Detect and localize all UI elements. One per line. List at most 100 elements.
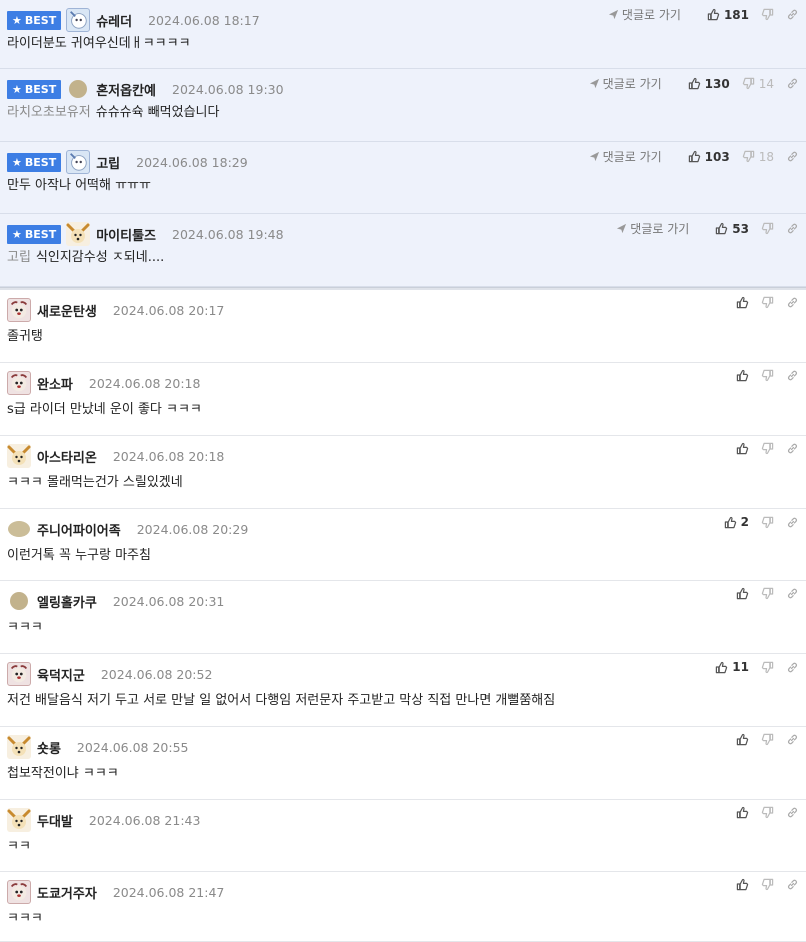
dislike-button[interactable] bbox=[761, 442, 774, 455]
comment-header: 새로운탄생 2024.06.08 20:17 bbox=[7, 298, 224, 322]
like-button[interactable]: 11 bbox=[715, 660, 749, 674]
share-link-button[interactable] bbox=[786, 8, 799, 21]
comment-date: 2024.06.08 20:55 bbox=[76, 739, 189, 755]
share-link-button[interactable] bbox=[786, 878, 799, 891]
thumbs-down-icon bbox=[761, 222, 774, 235]
goto-comment-link[interactable]: 댓글로 가기 bbox=[616, 220, 689, 237]
nickname[interactable]: 새로운탄생 bbox=[37, 301, 97, 320]
nickname[interactable]: 두대발 bbox=[37, 811, 73, 830]
thumbs-down-icon bbox=[761, 296, 774, 309]
goto-comment-link[interactable]: 댓글로 가기 bbox=[589, 75, 662, 92]
like-button[interactable]: 181 bbox=[707, 8, 749, 22]
comment-body: 만두 아작나 어떡해 ㅠㅠㅠ bbox=[7, 178, 151, 193]
share-link-button[interactable] bbox=[786, 77, 799, 90]
thumbs-down-icon bbox=[742, 150, 755, 163]
dislike-button[interactable] bbox=[761, 806, 774, 819]
like-button[interactable] bbox=[736, 296, 749, 309]
dislike-button[interactable]: 14 bbox=[742, 77, 774, 91]
best-label: BEST bbox=[24, 13, 57, 27]
nickname[interactable]: 혼저옵칸예 bbox=[96, 80, 156, 99]
avatar bbox=[7, 735, 31, 759]
like-button[interactable] bbox=[736, 878, 749, 891]
thumbs-up-icon bbox=[736, 733, 749, 746]
link-icon bbox=[786, 806, 799, 819]
like-button[interactable]: 130 bbox=[688, 77, 730, 91]
dislike-button[interactable] bbox=[761, 587, 774, 600]
thumbs-down-icon bbox=[761, 516, 774, 529]
avatar bbox=[7, 589, 31, 613]
reply-to-nick[interactable]: 라치오초보유저 bbox=[7, 105, 91, 120]
dislike-button[interactable]: 18 bbox=[742, 150, 774, 164]
send-icon bbox=[608, 9, 619, 20]
share-link-button[interactable] bbox=[786, 806, 799, 819]
comment-text: 만두 아작나 어떡해 ㅠㅠㅠ bbox=[7, 174, 151, 193]
comment-actions bbox=[724, 878, 799, 891]
like-button[interactable] bbox=[736, 442, 749, 455]
nickname[interactable]: 주니어파이어족 bbox=[37, 520, 121, 539]
avatar bbox=[66, 150, 91, 174]
dislike-button[interactable] bbox=[761, 733, 774, 746]
comment-actions: 댓글로 가기 181 bbox=[608, 6, 799, 23]
like-button[interactable] bbox=[736, 806, 749, 819]
nickname[interactable]: 고립 bbox=[96, 153, 120, 172]
like-button[interactable] bbox=[736, 733, 749, 746]
comment-header: 아스타리온 2024.06.08 20:18 bbox=[7, 444, 224, 468]
comment-actions bbox=[724, 587, 799, 600]
comment-text: 졸귀탱 bbox=[7, 325, 43, 344]
like-button[interactable]: 53 bbox=[715, 222, 749, 236]
avatar bbox=[7, 517, 31, 541]
like-button[interactable]: 2 bbox=[724, 515, 749, 529]
nickname[interactable]: 아스타리온 bbox=[37, 447, 97, 466]
comment-body: ㅋㅋㅋ bbox=[7, 911, 43, 926]
dislike-button[interactable] bbox=[761, 661, 774, 674]
nickname[interactable]: 육덕지군 bbox=[37, 665, 85, 684]
share-link-button[interactable] bbox=[786, 661, 799, 674]
comment: 새로운탄생 2024.06.08 20:17 졸귀탱 bbox=[0, 290, 806, 363]
like-button[interactable]: 103 bbox=[688, 150, 730, 164]
comment-actions bbox=[724, 806, 799, 819]
dislike-button[interactable] bbox=[761, 8, 774, 21]
share-link-button[interactable] bbox=[786, 222, 799, 235]
thumbs-down-icon bbox=[761, 8, 774, 21]
best-badge: ★ BEST bbox=[7, 224, 62, 244]
avatar bbox=[7, 371, 31, 395]
thumbs-down-icon bbox=[761, 733, 774, 746]
share-link-button[interactable] bbox=[786, 442, 799, 455]
like-button[interactable] bbox=[736, 587, 749, 600]
avatar bbox=[66, 8, 91, 32]
share-link-button[interactable] bbox=[786, 516, 799, 529]
dislike-button[interactable] bbox=[761, 878, 774, 891]
like-button[interactable] bbox=[736, 369, 749, 382]
comment-actions bbox=[724, 442, 799, 455]
nickname[interactable]: 엘링홀카쿠 bbox=[37, 592, 97, 611]
thumbs-up-icon bbox=[736, 878, 749, 891]
dislike-button[interactable] bbox=[761, 296, 774, 309]
best-badge: ★ BEST bbox=[7, 10, 62, 30]
nickname[interactable]: 도쿄거주자 bbox=[37, 883, 97, 902]
goto-comment-link[interactable]: 댓글로 가기 bbox=[608, 6, 681, 23]
reply-to-nick[interactable]: 고립 bbox=[7, 250, 31, 265]
comment-body: 첩보작전이냐 ㅋㅋㅋ bbox=[7, 766, 119, 781]
like-count: 11 bbox=[732, 660, 749, 674]
share-link-button[interactable] bbox=[786, 369, 799, 382]
comment-actions bbox=[724, 733, 799, 746]
share-link-button[interactable] bbox=[786, 296, 799, 309]
share-link-button[interactable] bbox=[786, 150, 799, 163]
goto-comment-link[interactable]: 댓글로 가기 bbox=[589, 148, 662, 165]
comment-actions: 11 bbox=[703, 660, 799, 674]
comment-text: 라치오초보유저 슈슈슈슉 빼먹었습니다 bbox=[7, 101, 219, 120]
nickname[interactable]: 슈레더 bbox=[96, 11, 132, 30]
comment-header: 주니어파이어족 2024.06.08 20:29 bbox=[7, 517, 248, 541]
thumbs-down-icon bbox=[761, 442, 774, 455]
goto-label: 댓글로 가기 bbox=[630, 222, 690, 236]
nickname[interactable]: 마이티툴즈 bbox=[96, 225, 156, 244]
thumbs-up-icon bbox=[715, 661, 728, 674]
nickname[interactable]: 완소파 bbox=[37, 374, 73, 393]
nickname[interactable]: 숏롱 bbox=[37, 738, 61, 757]
dislike-button[interactable] bbox=[761, 222, 774, 235]
dislike-button[interactable] bbox=[761, 369, 774, 382]
share-link-button[interactable] bbox=[786, 733, 799, 746]
dislike-button[interactable] bbox=[761, 516, 774, 529]
dislike-count: 18 bbox=[758, 149, 774, 164]
share-link-button[interactable] bbox=[786, 587, 799, 600]
